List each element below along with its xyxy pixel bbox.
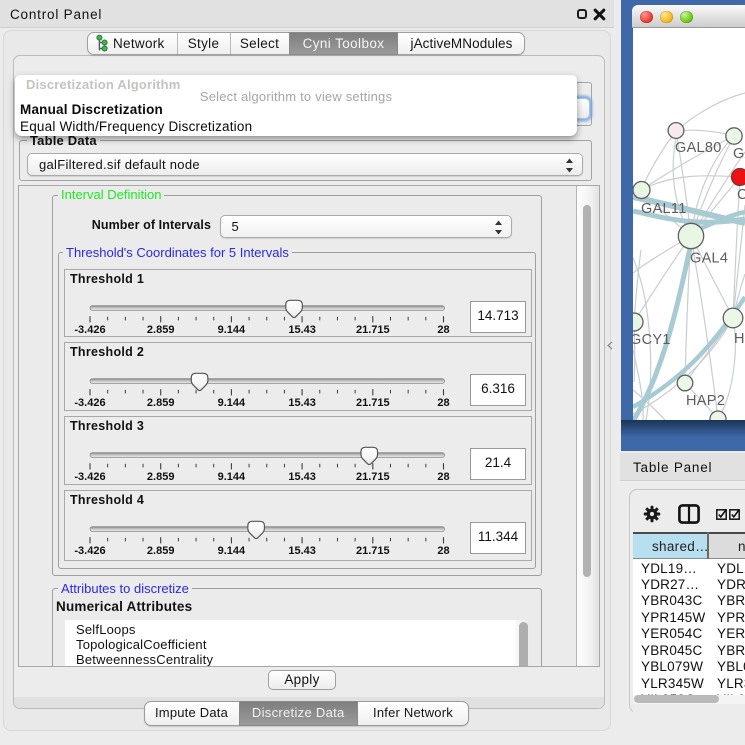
svg-text:C: C [737,187,745,203]
svg-text:-3.426: -3.426 [74,397,105,409]
svg-text:GAL4: GAL4 [690,251,728,267]
svg-text:21.715: 21.715 [356,471,390,483]
svg-text:9.144: 9.144 [218,545,246,557]
svg-text:15.43: 15.43 [288,324,316,336]
svg-text:15.43: 15.43 [288,397,316,409]
svg-text:9.144: 9.144 [218,471,246,483]
svg-text:28: 28 [437,324,449,336]
svg-text:2.859: 2.859 [147,471,175,483]
svg-text:28: 28 [437,397,449,409]
svg-text:HAP2: HAP2 [686,393,725,409]
svg-text:GAL11: GAL11 [641,201,687,217]
svg-text:21.715: 21.715 [356,397,390,409]
svg-text:28: 28 [437,545,449,557]
svg-text:21.715: 21.715 [356,545,390,557]
svg-text:-3.426: -3.426 [74,545,105,557]
svg-text:15.43: 15.43 [288,471,316,483]
svg-text:15.43: 15.43 [288,545,316,557]
svg-text:21.715: 21.715 [356,324,390,336]
svg-text:9.144: 9.144 [218,397,246,409]
svg-text:2.859: 2.859 [147,397,175,409]
svg-text:GCY1: GCY1 [633,332,671,348]
svg-text:9.144: 9.144 [218,324,246,336]
svg-text:GAL80: GAL80 [675,140,722,156]
svg-text:-3.426: -3.426 [74,471,105,483]
svg-text:GA: GA [733,146,745,162]
svg-text:H: H [734,331,745,347]
svg-text:2.859: 2.859 [147,545,175,557]
svg-text:28: 28 [437,471,449,483]
svg-text:-3.426: -3.426 [74,324,105,336]
svg-text:2.859: 2.859 [147,324,175,336]
